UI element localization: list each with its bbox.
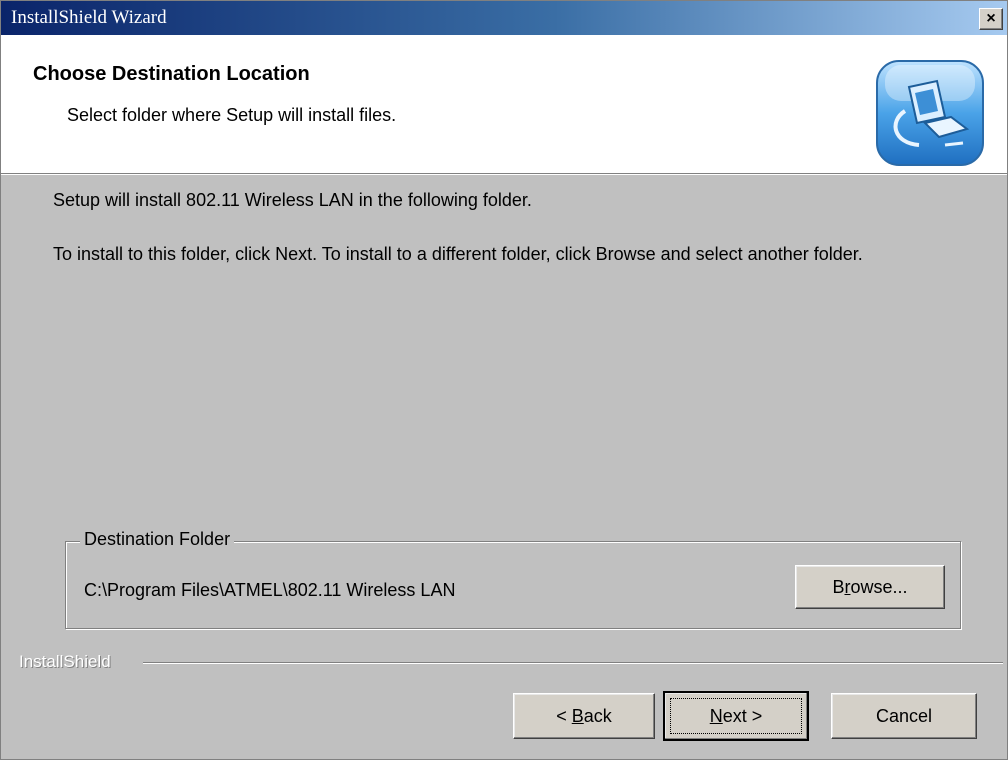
back-label-pre: <: [556, 706, 572, 726]
next-label-key: N: [709, 706, 723, 726]
computer-setup-icon: [876, 60, 984, 166]
destination-path: C:\Program Files\ATMEL\802.11 Wireless L…: [84, 580, 456, 600]
page-title: Choose Destination Location: [33, 63, 310, 85]
installshield-brand: InstallShield: [19, 652, 111, 671]
next-focus-rect: Next >: [670, 698, 802, 734]
back-label-key: B: [571, 706, 584, 726]
browse-label-post: owse...: [850, 577, 908, 597]
next-button[interactable]: Next >: [663, 691, 809, 741]
footer-divider: [143, 662, 1003, 663]
install-info-text: Setup will install 802.11 Wireless LAN i…: [53, 190, 532, 210]
next-label-post: ext >: [722, 706, 763, 726]
browse-label-pre: B: [832, 577, 845, 597]
installshield-wizard-window: InstallShield Wizard × Choose Destinatio…: [0, 0, 1008, 760]
destination-folder-legend: Destination Folder: [80, 529, 235, 550]
close-button[interactable]: ×: [979, 8, 1003, 30]
wizard-header: Choose Destination Location Select folde…: [1, 35, 1007, 175]
back-label-post: ack: [583, 706, 612, 726]
page-subtitle: Select folder where Setup will install f…: [67, 105, 397, 125]
back-button[interactable]: < Back: [513, 693, 655, 739]
window-title: InstallShield Wizard: [11, 7, 167, 28]
cancel-button[interactable]: Cancel: [831, 693, 977, 739]
title-bar[interactable]: InstallShield Wizard ×: [1, 1, 1007, 35]
install-instructions-text: To install to this folder, click Next. T…: [53, 244, 863, 264]
browse-button[interactable]: Browse...: [795, 565, 945, 609]
close-icon: ×: [986, 10, 996, 27]
